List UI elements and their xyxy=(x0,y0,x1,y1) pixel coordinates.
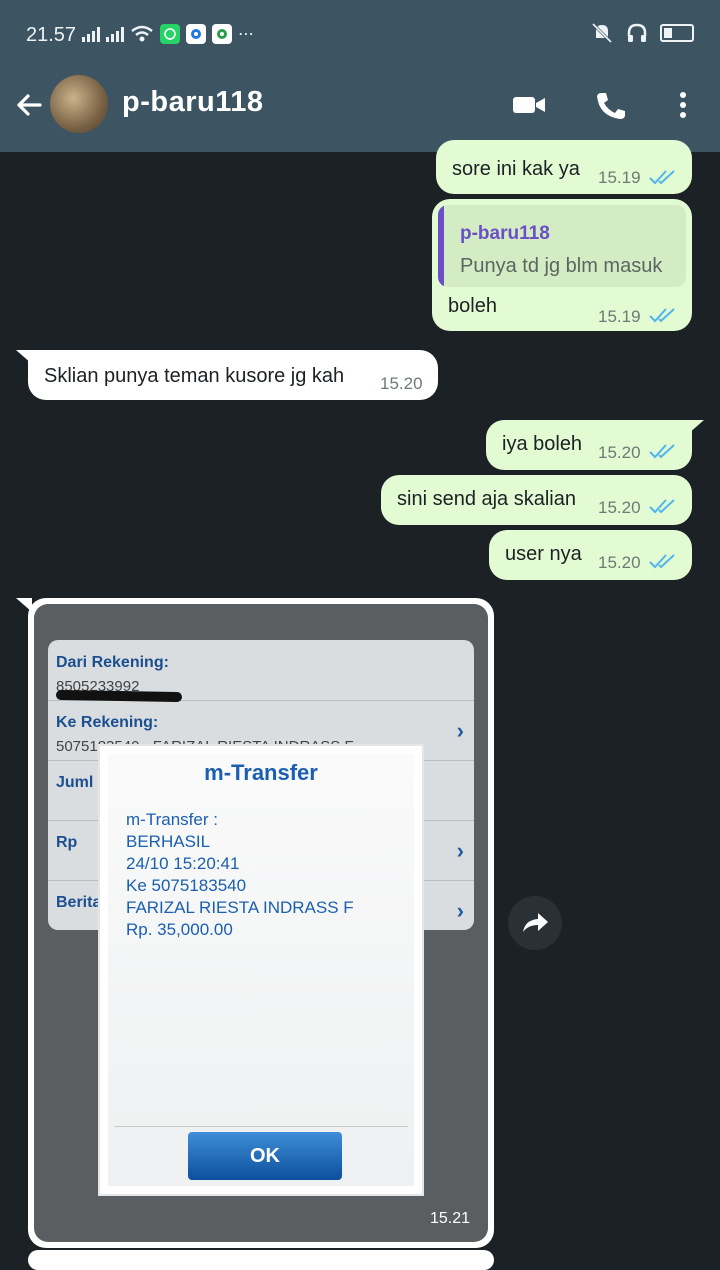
quoted-text: Punya td jg blm masuk xyxy=(460,255,663,277)
transfer-dialog: m-Transfer m-Transfer : BERHASIL 24/10 1… xyxy=(100,746,422,1194)
message-bubble-outgoing-reply[interactable]: p-baru118 Punya td jg blm masuk boleh 15… xyxy=(432,199,692,331)
message-time: 15.19 xyxy=(598,307,641,326)
forward-icon xyxy=(523,913,548,932)
bubble-tail xyxy=(16,350,32,364)
message-text: boleh xyxy=(448,295,497,317)
message-time: 15.20 xyxy=(598,553,641,572)
more-notifications-icon: ⋯ xyxy=(238,26,254,43)
dialog-line: Ke 5075183540 xyxy=(126,876,247,895)
headphones-icon xyxy=(627,23,647,42)
message-text: sore ini kak ya xyxy=(452,158,580,180)
message-time: 15.20 xyxy=(380,374,423,393)
amount-label: Juml xyxy=(56,774,94,791)
signal-2-icon xyxy=(106,26,124,42)
wifi-icon xyxy=(131,25,153,42)
next-message-bubble xyxy=(28,1250,494,1270)
chevron-right-icon: › xyxy=(456,838,464,863)
status-left-icons: ⋯ xyxy=(82,24,254,44)
dialog-line: m-Transfer : xyxy=(126,810,218,829)
ok-button: OK xyxy=(188,1132,342,1180)
status-time: 21.57 xyxy=(26,24,77,46)
quoted-message[interactable]: p-baru118 Punya td jg blm masuk xyxy=(438,205,686,287)
dialog-title: m-Transfer xyxy=(204,760,318,785)
whatsapp-notification-icon xyxy=(160,24,180,44)
status-bar: 21.57 ⋯ xyxy=(0,0,720,72)
forward-button[interactable] xyxy=(508,896,562,950)
image-message[interactable]: Dari Rekening: 8505233992 Ke Rekening: 5… xyxy=(28,598,494,1248)
message-time: 15.20 xyxy=(598,443,641,462)
message-bubble-outgoing[interactable]: iya boleh 15.20 xyxy=(486,420,692,470)
signal-1-icon xyxy=(82,26,100,42)
dialog-line: FARIZAL RIESTA INDRASS F xyxy=(126,898,354,917)
dialog-line: BERHASIL xyxy=(126,832,211,851)
from-label: Dari Rekening: xyxy=(56,654,169,671)
message-text: sini send aja skalian xyxy=(397,488,576,510)
to-label: Ke Rekening: xyxy=(56,714,159,731)
app-notification-icon xyxy=(186,24,206,44)
message-bubble-outgoing[interactable]: user nya 15.20 xyxy=(489,530,692,580)
dialog-line: Rp. 35,000.00 xyxy=(126,920,233,939)
message-text: Sklian punya teman kusore jg kah xyxy=(44,365,345,387)
message-text: user nya xyxy=(505,543,582,565)
chevron-right-icon: › xyxy=(456,898,464,923)
bubble-tail xyxy=(688,420,704,434)
message-text: iya boleh xyxy=(502,433,583,455)
rp-label: Rp xyxy=(56,834,78,851)
screenshot-image[interactable]: Dari Rekening: 8505233992 Ke Rekening: 5… xyxy=(34,604,488,1242)
double-check-icon xyxy=(649,308,675,323)
image-time: 15.21 xyxy=(429,1210,470,1227)
double-check-icon xyxy=(649,554,675,569)
note-label: Berita xyxy=(56,894,102,911)
dialog-line: 24/10 15:20:41 xyxy=(126,854,240,873)
double-check-icon xyxy=(649,444,675,459)
message-time: 15.20 xyxy=(598,498,641,517)
mute-icon xyxy=(591,22,613,44)
double-check-icon xyxy=(649,499,675,514)
battery-icon xyxy=(660,24,694,42)
message-time: 15.19 xyxy=(598,168,641,187)
double-check-icon xyxy=(649,170,675,185)
message-bubble-outgoing[interactable]: sini send aja skalian 15.20 xyxy=(381,475,692,525)
chevron-right-icon: › xyxy=(456,718,464,743)
app2-notification-icon xyxy=(212,24,232,44)
status-right-icons xyxy=(590,22,694,44)
message-bubble-incoming[interactable]: Sklian punya teman kusore jg kah 15.20 xyxy=(28,350,438,400)
dialog-divider xyxy=(114,1126,408,1127)
quoted-author: p-baru118 xyxy=(460,223,550,244)
